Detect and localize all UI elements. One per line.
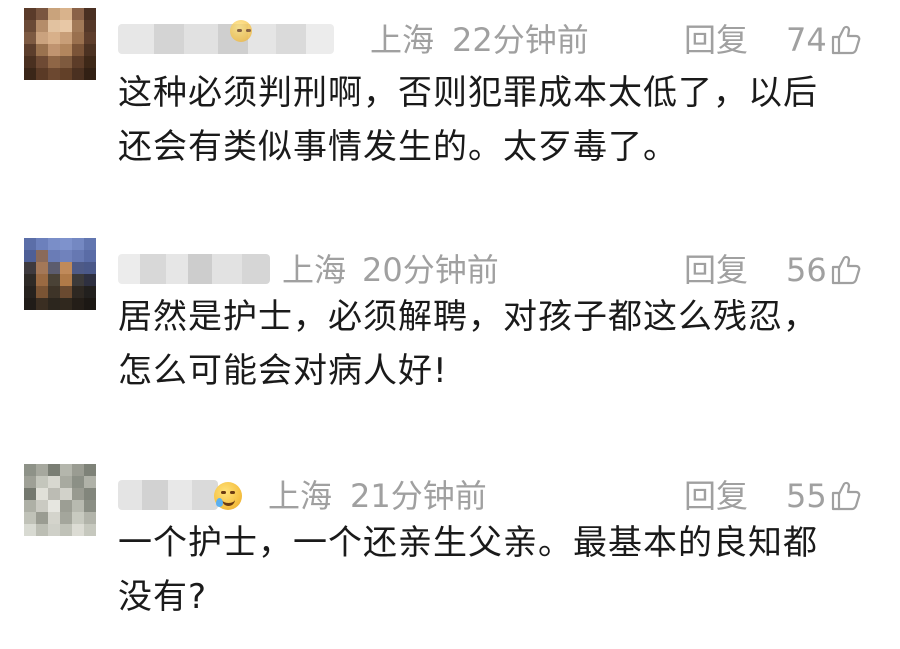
avatar[interactable]	[24, 464, 96, 536]
comment-item: 上海 21分钟前 回复 55 一个护士，一个还亲生父亲。最基本的良知都 没有?	[0, 464, 900, 644]
comment-text-line: 这种必须判刑啊，否则犯罪成本太低了，以后	[118, 73, 818, 113]
location-label: 上海	[268, 477, 333, 515]
pixelated-avatar-image	[24, 238, 96, 310]
location-label: 上海	[282, 251, 347, 289]
username-blurred[interactable]	[118, 24, 334, 54]
like-count: 56	[786, 251, 827, 289]
pixelated-avatar-image	[24, 8, 96, 80]
username-blurred[interactable]	[118, 480, 218, 510]
laughing-tears-emoji-icon	[214, 482, 242, 510]
thumbs-up-icon[interactable]	[830, 254, 862, 286]
comment-item: 上海 20分钟前 回复 56 居然是护士，必须解聘，对孩子都这么残忍， 怎么可能…	[0, 238, 900, 428]
comment-meta: 上海 21分钟前 回复 55	[118, 474, 876, 518]
timestamp: 21分钟前	[350, 477, 487, 515]
timestamp: 22分钟前	[452, 21, 589, 59]
avatar[interactable]	[24, 238, 96, 310]
comment-item: 上海 22分钟前 回复 74 这种必须判刑啊，否则犯罪成本太低了，以后 还会有类…	[0, 8, 900, 208]
comment-text-line: 一个护士，一个还亲生父亲。最基本的良知都	[118, 523, 818, 563]
comment-text-line: 没有?	[118, 577, 208, 617]
like-count: 55	[786, 477, 827, 515]
emoji-icon	[230, 20, 252, 42]
comment-text-line: 居然是护士，必须解聘，对孩子都这么残忍，	[118, 297, 818, 337]
location-label: 上海	[370, 21, 435, 59]
comment-text: 这种必须判刑啊，否则犯罪成本太低了，以后 还会有类似事情发生的。太歹毒了。	[118, 66, 858, 174]
thumbs-up-icon[interactable]	[830, 24, 862, 56]
comment-list: 上海 22分钟前 回复 74 这种必须判刑啊，否则犯罪成本太低了，以后 还会有类…	[0, 0, 900, 649]
timestamp: 20分钟前	[362, 251, 499, 289]
comment-meta: 上海 20分钟前 回复 56	[118, 248, 876, 292]
pixelated-avatar-image	[24, 464, 96, 536]
like-count: 74	[786, 21, 827, 59]
reply-button[interactable]: 回复	[684, 474, 748, 518]
comment-meta: 上海 22分钟前 回复 74	[118, 18, 876, 62]
comment-text: 居然是护士，必须解聘，对孩子都这么残忍， 怎么可能会对病人好!	[118, 290, 858, 398]
avatar[interactable]	[24, 8, 96, 80]
username-blurred[interactable]	[118, 254, 270, 284]
thumbs-up-icon[interactable]	[830, 480, 862, 512]
comment-text-line: 还会有类似事情发生的。太歹毒了。	[118, 127, 678, 167]
comment-text-line: 怎么可能会对病人好!	[118, 351, 448, 391]
reply-button[interactable]: 回复	[684, 18, 748, 62]
comment-text: 一个护士，一个还亲生父亲。最基本的良知都 没有?	[118, 516, 858, 624]
reply-button[interactable]: 回复	[684, 248, 748, 292]
